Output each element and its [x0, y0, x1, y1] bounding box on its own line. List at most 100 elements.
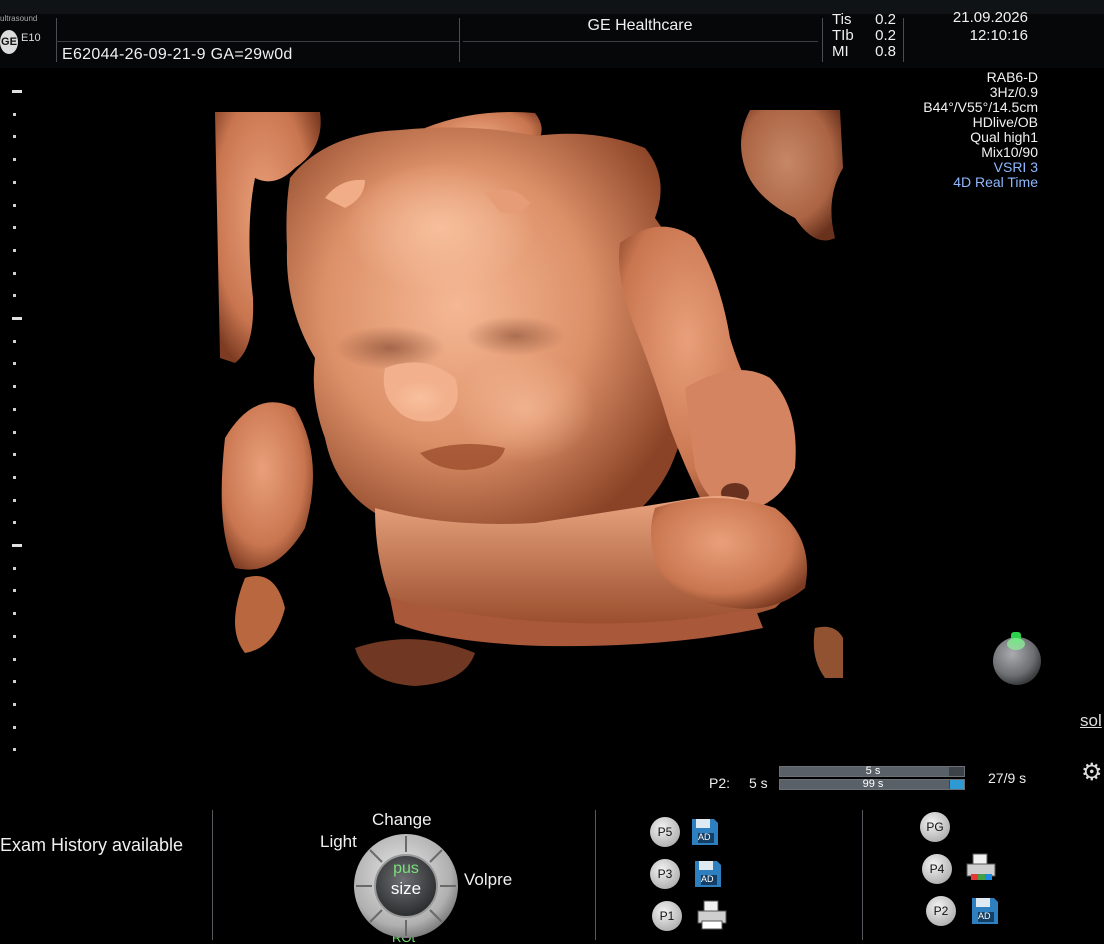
printer-graphic: [697, 900, 727, 930]
bottom-divider: [595, 810, 596, 940]
side-menu-link[interactable]: sol: [1080, 711, 1102, 731]
save-disk-icon[interactable]: AD: [970, 896, 1000, 926]
patient-id: E62044-26-09-21-9 GA=29w0d: [62, 46, 293, 63]
ruler-minor-tick: [13, 612, 16, 616]
bottom-divider: [862, 810, 863, 940]
header-divider: [56, 18, 57, 62]
orientation-ball-icon[interactable]: [988, 628, 1046, 686]
cine-track-bottom: 99 s: [779, 779, 965, 790]
color-printer-graphic: [966, 853, 996, 880]
exam-history-status[interactable]: Exam History available: [0, 835, 183, 856]
ruler-minor-tick: [13, 680, 16, 684]
trackball-knob[interactable]: pus size: [352, 832, 460, 940]
acoustic-value: 0.2: [875, 27, 896, 44]
ruler-minor-tick: [13, 498, 16, 502]
header-divider: [822, 18, 823, 62]
acoustic-row: MI 0.8: [832, 44, 896, 60]
ruler-minor-tick: [13, 271, 16, 275]
volume-angles: B44°/V55°/14.5cm: [923, 99, 1038, 115]
disk-label: AD: [698, 832, 711, 842]
p4-button[interactable]: P4: [922, 854, 952, 884]
vsri: VSRI 3: [993, 159, 1038, 175]
acoustic-value: 0.8: [875, 43, 896, 60]
header-rule: [463, 41, 818, 42]
ruler-minor-tick: [13, 702, 16, 706]
ruler-minor-tick: [13, 180, 16, 184]
p5-button[interactable]: P5: [650, 817, 680, 847]
ruler-minor-tick: [13, 339, 16, 343]
date-time: 21.09.2026 12:10:16: [953, 9, 1028, 45]
status-header: ultrasound GE E10 E62044-26-09-21-9 GA=2…: [0, 0, 1104, 68]
header-rule: [56, 41, 459, 42]
header-divider: [459, 18, 460, 62]
frequency: 3Hz/0.9: [989, 84, 1038, 100]
ruler-minor-tick: [13, 362, 16, 366]
institution-name: GE Healthcare: [587, 17, 693, 34]
acoustic-row: Tis 0.2: [832, 12, 896, 28]
preset: HDlive/OB: [972, 114, 1038, 130]
ruler-minor-tick: [13, 453, 16, 457]
ruler-minor-tick: [13, 521, 16, 525]
acoustic-label: MI: [832, 43, 849, 60]
4d-volume-render[interactable]: [215, 108, 845, 688]
bottom-divider: [212, 810, 213, 940]
orientation-ball-graphic: [993, 632, 1041, 685]
acoustic-indices: Tis 0.2 TIb 0.2 MI 0.8: [832, 12, 896, 60]
cine-top-text: 5 s: [865, 765, 881, 777]
ruler-minor-tick: [13, 248, 16, 252]
cine-progress-bar[interactable]: 5 s 99 s: [779, 766, 965, 790]
acoustic-label: TIb: [832, 27, 854, 44]
ruler-major-tick: [12, 544, 22, 547]
time: 12:10:16: [969, 27, 1028, 44]
color-printer-icon[interactable]: [965, 852, 996, 882]
imaging-parameters: RAB6-D 3Hz/0.9 B44°/V55°/14.5cm HDlive/O…: [923, 62, 1038, 190]
mix: Mix10/90: [981, 144, 1038, 160]
header-top-strip: [0, 0, 1104, 14]
logo-subtitle: ultrasound: [0, 14, 38, 23]
p2-button[interactable]: P2: [926, 896, 956, 926]
header-divider: [903, 18, 904, 62]
ruler-major-tick: [12, 317, 22, 320]
ruler-minor-tick: [13, 430, 16, 434]
cine-count: 27/9 s: [988, 770, 1027, 786]
knob-center-bottom: size: [390, 879, 422, 898]
ruler-minor-tick: [13, 203, 16, 207]
ruler-minor-tick: [13, 748, 16, 752]
ruler-major-tick: [12, 90, 22, 93]
ruler-minor-tick: [13, 475, 16, 479]
p1-button[interactable]: P1: [652, 901, 682, 931]
depth-ruler: [0, 68, 30, 752]
save-disk-icon[interactable]: AD: [693, 859, 723, 889]
gear-icon[interactable]: ⚙: [1081, 758, 1103, 787]
quality: Qual high1: [970, 129, 1038, 145]
disk-label: AD: [978, 911, 991, 921]
acoustic-value: 0.2: [875, 11, 896, 28]
cine-speed: 5 s: [749, 775, 768, 791]
acoustic-row: TIb 0.2: [832, 28, 896, 44]
fetal-face-render: [215, 110, 843, 686]
save-disk-icon[interactable]: AD: [690, 817, 720, 847]
ruler-minor-tick: [13, 226, 16, 230]
ruler-minor-tick: [13, 158, 16, 162]
printer-icon[interactable]: [696, 899, 727, 930]
ruler-minor-tick: [13, 589, 16, 593]
knob-label-right: Volpre: [464, 870, 513, 889]
ruler-minor-tick: [13, 294, 16, 298]
ruler-minor-tick: [13, 566, 16, 570]
knob-center-top: pus: [393, 860, 419, 877]
ruler-minor-tick: [13, 725, 16, 729]
ruler-minor-tick: [13, 407, 16, 411]
cine-track-top: 5 s: [779, 766, 965, 777]
disk-label: AD: [701, 874, 714, 884]
scan-mode: 4D Real Time: [953, 174, 1038, 190]
pg-button[interactable]: PG: [920, 812, 950, 842]
system-model: E10: [21, 32, 41, 44]
knob-label-top: Change: [372, 810, 432, 829]
p3-button[interactable]: P3: [650, 859, 680, 889]
ge-logo: GE: [0, 30, 18, 54]
cine-bottom-text: 99 s: [862, 778, 884, 790]
ruler-minor-tick: [13, 385, 16, 389]
ruler-minor-tick: [13, 135, 16, 139]
ruler-minor-tick: [13, 634, 16, 638]
acoustic-label: Tis: [832, 11, 852, 28]
